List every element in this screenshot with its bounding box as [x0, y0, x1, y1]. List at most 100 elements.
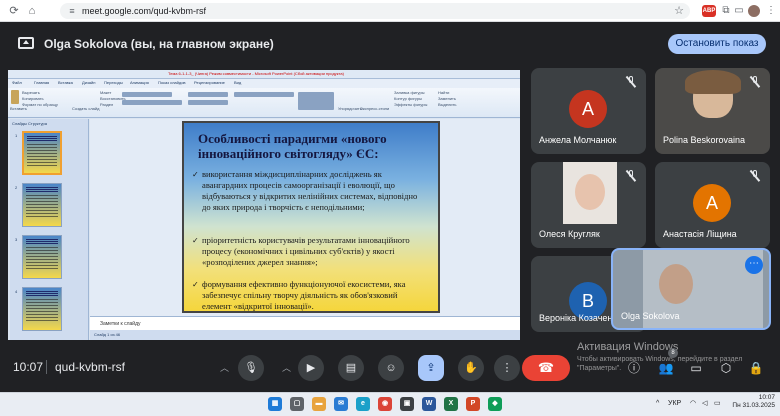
slide-bullet[interactable]: ✓ пріоритетність користувачів результата… [192, 235, 428, 268]
section-label[interactable]: Раздел [100, 102, 113, 107]
ppt-tab-home[interactable]: Главная [34, 80, 49, 86]
more-options-button[interactable]: ⋮ [494, 355, 520, 381]
taskbar-clock[interactable]: 10:07 Пн 31.03.2025 [727, 394, 775, 410]
mail-icon[interactable]: ✉ [334, 397, 348, 411]
ppt-tab-animation[interactable]: Анимация [130, 80, 149, 86]
participant-tile[interactable]: А Анжела Молчанюк [531, 68, 646, 154]
reactions-button[interactable]: ☺ [378, 355, 404, 381]
present-button[interactable]: ⇪ [418, 355, 444, 381]
new-slide-label[interactable]: Создать слайд [72, 106, 99, 111]
text-direction-buttons[interactable] [234, 92, 294, 97]
ppt-tab-insert[interactable]: Вставка [58, 80, 73, 86]
bookmark-star-icon[interactable]: ☆ [674, 4, 684, 18]
layout-label[interactable]: Макет [100, 90, 111, 95]
present-screen-icon [18, 37, 34, 49]
activities-icon[interactable]: ⬡ [716, 358, 736, 378]
adblock-extension-icon[interactable]: ABP [702, 5, 716, 17]
stop-presenting-button[interactable]: Остановить показ [668, 34, 766, 54]
extensions-icon[interactable]: ⧉ [720, 4, 732, 18]
self-video-tile[interactable]: ⋯ Olga Sokolova [611, 248, 771, 330]
shape-fill-label[interactable]: Заливка фигуры [394, 90, 425, 95]
more-options-icon[interactable]: ⋯ [745, 256, 763, 274]
microphone-button[interactable]: 🎙 [238, 355, 264, 381]
site-info-icon[interactable]: ≡ [66, 5, 78, 17]
shapes-gallery[interactable] [298, 92, 334, 110]
camera-button[interactable]: ▶ [298, 355, 324, 381]
address-bar[interactable]: ≡ meet.google.com/qud-kvbm-rsf ☆ [60, 3, 690, 19]
replace-label[interactable]: Заменить [438, 96, 456, 101]
slide-thumbnail[interactable] [22, 235, 62, 279]
file-explorer-icon[interactable]: ▬ [312, 397, 326, 411]
ppt-tab-review[interactable]: Рецензирование [194, 80, 225, 86]
meeting-info-icon[interactable]: ⓘ [624, 358, 644, 378]
slide-title[interactable]: Особливості парадигми «нового інноваційн… [198, 131, 428, 161]
ppt-title-bar: Тема 6-1-1-3_ (Чинга) Режим совместимост… [8, 70, 520, 79]
powerpoint-icon[interactable]: P [466, 397, 480, 411]
slide-thumbnail[interactable] [22, 131, 62, 175]
menu-kebab-icon[interactable]: ⋮ [766, 4, 776, 18]
ppt-tab-file[interactable]: Файл [12, 80, 22, 86]
home-icon[interactable]: ⌂ [24, 3, 40, 19]
font-name-box[interactable] [122, 92, 172, 97]
copy-label[interactable]: Копировать [22, 96, 44, 101]
chrome-icon[interactable]: ◉ [378, 397, 392, 411]
slide-notes[interactable]: Заметки к слайду [90, 316, 520, 330]
volume-icon[interactable]: ◁ [702, 398, 707, 410]
start-icon[interactable]: ▦ [268, 397, 282, 411]
participant-tile[interactable]: А Анастасія Ліщина [655, 162, 770, 248]
leave-call-button[interactable]: ☎ [522, 355, 570, 381]
slide-thumbnail[interactable] [22, 183, 62, 227]
paragraph-buttons[interactable] [188, 92, 228, 97]
slide-bullet[interactable]: ✓ формування ефективно функціонуючої еко… [192, 279, 428, 311]
shape-outline-label[interactable]: Контур фигуры [394, 96, 422, 101]
cut-label[interactable]: Вырезать [22, 90, 40, 95]
camera-icon: ▶ [306, 362, 316, 374]
arrange-label[interactable]: Упорядочить [338, 106, 362, 111]
edge-icon[interactable]: e [356, 397, 370, 411]
current-slide[interactable]: Особливості парадигми «нового інноваційн… [182, 121, 440, 313]
captions-button[interactable]: ▤ [338, 355, 364, 381]
profile-avatar[interactable] [747, 4, 761, 18]
alignment-buttons[interactable] [188, 100, 228, 105]
tray-chevron-icon[interactable]: ^ [656, 398, 659, 410]
format-painter-label[interactable]: Формат по образцу [22, 102, 58, 107]
find-label[interactable]: Найти [438, 90, 449, 95]
people-icon[interactable]: 👥 [656, 358, 676, 378]
participant-tile[interactable]: Олеся Кругляк [531, 162, 646, 248]
slides-pane-tabs[interactable]: Слайды Структура [12, 121, 47, 127]
word-icon[interactable]: W [422, 397, 436, 411]
language-indicator[interactable]: УКР [668, 398, 681, 410]
slides-pane: Слайды Структура 1 2 3 4 [10, 119, 89, 340]
excel-icon[interactable]: X [444, 397, 458, 411]
avatar: А [569, 90, 607, 128]
participant-name: Вероніка Козаченко [539, 313, 622, 323]
ppt-tab-slideshow[interactable]: Показ слайдов [158, 80, 186, 86]
ppt-tab-view[interactable]: Вид [234, 80, 241, 86]
thumb-number: 3 [15, 237, 18, 242]
network-icon[interactable]: ◠ [690, 398, 696, 410]
quick-styles-label[interactable]: Экспресс-стили [360, 106, 389, 111]
reload-icon[interactable]: ⟳ [6, 3, 22, 19]
host-controls-icon[interactable]: 🔒 [746, 358, 766, 378]
slide-thumbnail[interactable] [22, 287, 62, 331]
participant-video-face [575, 174, 605, 210]
download-icon[interactable]: ▭ [734, 4, 744, 18]
shape-effects-label[interactable]: Эффекты фигуры [394, 102, 427, 107]
self-name: Olga Sokolova [621, 311, 680, 321]
chat-icon[interactable]: ▭ [686, 358, 706, 378]
ppt-tab-design[interactable]: Дизайн [82, 80, 95, 86]
store-icon[interactable]: ▣ [400, 397, 414, 411]
video-options-chevron-icon[interactable]: ︿ [282, 362, 291, 374]
app-icon[interactable]: ◆ [488, 397, 502, 411]
select-label[interactable]: Выделить [438, 102, 456, 107]
mic-off-icon [625, 76, 636, 88]
paste-icon[interactable] [11, 90, 19, 104]
font-format-buttons[interactable] [122, 100, 182, 105]
participant-tile[interactable]: Polina Beskorovaina [655, 68, 770, 154]
battery-icon[interactable]: ▭ [714, 398, 721, 410]
audio-options-chevron-icon[interactable]: ︿ [220, 362, 229, 374]
taskview-icon[interactable]: ▢ [290, 397, 304, 411]
slide-bullet[interactable]: ✓ використання міждисциплінарних дослідж… [192, 169, 428, 213]
raise-hand-button[interactable]: ✋ [458, 355, 484, 381]
ppt-tab-transitions[interactable]: Переходы [104, 80, 123, 86]
